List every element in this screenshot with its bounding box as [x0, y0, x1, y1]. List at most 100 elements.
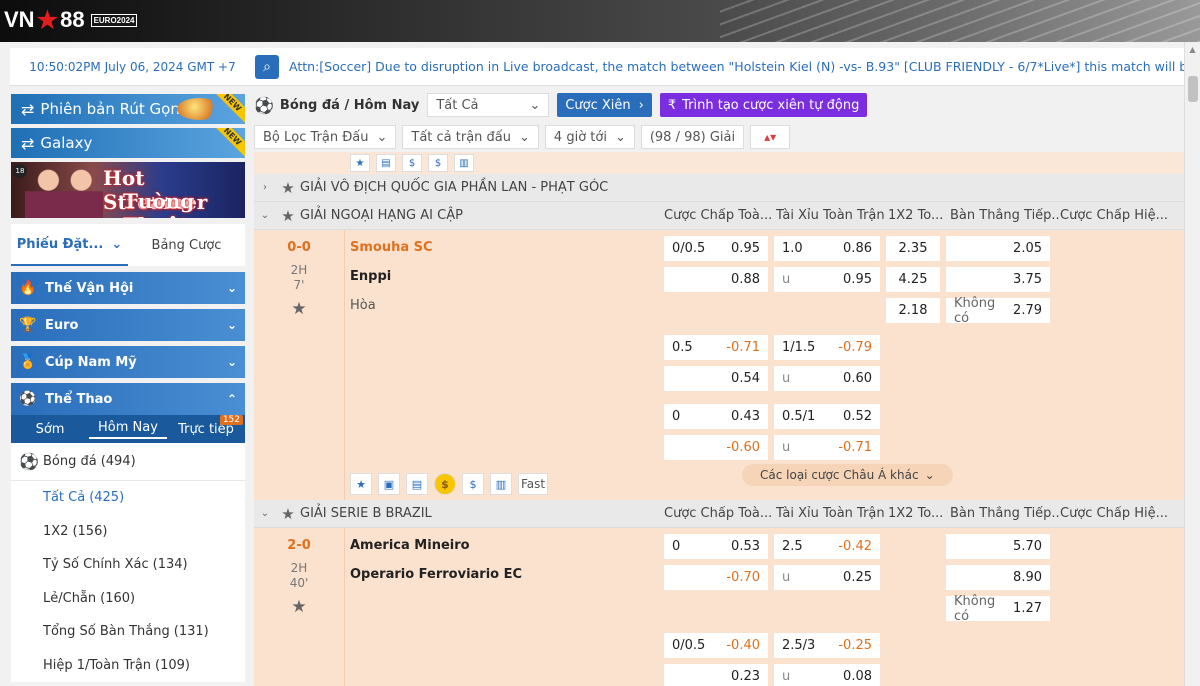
next-goal-odd[interactable]: 3.75 — [946, 267, 1050, 292]
handicap-odd[interactable]: 0 0.43 — [664, 404, 768, 429]
1x2-odd[interactable]: 2.18 — [886, 298, 940, 323]
tab-today[interactable]: Hôm Nay — [89, 420, 167, 439]
over-under-odd[interactable]: u -0.71 — [774, 435, 880, 460]
odd-line: 2.5/3 — [782, 638, 816, 653]
category-copa-america[interactable]: 🏅 Cúp Nam Mỹ ⌄ — [11, 346, 245, 378]
star-icon[interactable]: ★ — [276, 207, 300, 225]
divider — [344, 230, 345, 500]
info-bar: 10:50:02PM July 06, 2024 GMT +7 ⌕ Attn:[… — [10, 48, 1185, 86]
odd-line: 1.0 — [782, 241, 803, 256]
compact-version-button[interactable]: ⇄ Phiên bản Rút Gọn NEW — [11, 94, 245, 124]
league-row[interactable]: › ★ GIẢI VÔ ĐỊCH QUỐC GIA PHẦN LAN - PHẠ… — [254, 174, 1184, 202]
hot-streamer-banner[interactable]: 18 Hot Streamer Tường Thuật — [11, 162, 245, 218]
search-icon[interactable]: ⌕ — [255, 54, 279, 79]
chevron-right-icon[interactable]: › — [254, 182, 276, 193]
chart-icon[interactable]: ▥ — [454, 154, 474, 172]
over-under-odd[interactable]: u 0.25 — [774, 565, 880, 590]
stats-icon[interactable]: ▤ — [376, 154, 396, 172]
logo-text: VN — [4, 7, 35, 32]
announcement-marquee[interactable]: Attn:[Soccer] Due to disruption in Live … — [289, 59, 1185, 74]
all-matches-select[interactable]: Tất cả trận đấu ⌄ — [402, 125, 539, 149]
tab-bet-list[interactable]: Bảng Cược — [128, 224, 245, 266]
star-icon[interactable]: ★ — [276, 179, 300, 197]
market-item-ht-ft[interactable]: Hiệp 1/Toàn Trận (109) — [11, 648, 245, 682]
market-item-correct-score[interactable]: Tỷ Số Chính Xác (134) — [11, 548, 245, 582]
dollar-icon[interactable]: $ — [428, 154, 448, 172]
1x2-odd[interactable]: 4.25 — [886, 267, 940, 292]
next-goal-odd[interactable]: 8.90 — [946, 565, 1050, 590]
scrollbar-thumb[interactable] — [1188, 76, 1198, 102]
next-goal-odd[interactable]: Không có 1.27 — [946, 594, 1050, 624]
auto-parlay-button[interactable]: ₹ Trình tạo cược xiên tự động — [659, 93, 868, 117]
next-goal-odd[interactable]: 5.70 — [946, 534, 1050, 559]
sort-icon[interactable]: ▴▾ — [750, 125, 791, 149]
handicap-odd[interactable]: -0.60 — [664, 435, 768, 460]
market-item-total-goals[interactable]: Tổng Số Bàn Thắng (131) — [11, 615, 245, 649]
odd-value: 2.05 — [1013, 241, 1042, 256]
filter-all-select[interactable]: Tất Cả ⌄ — [427, 93, 550, 117]
handicap-odd[interactable]: 0 0.53 — [664, 534, 768, 559]
handicap-odd[interactable]: -0.70 — [664, 565, 768, 590]
over-under-odd[interactable]: 1/1.5 -0.79 — [774, 335, 880, 360]
league-row[interactable]: ⌄ ★ GIẢI SERIE B BRAZIL Cược Chấp Toà...… — [254, 500, 1184, 528]
star-icon[interactable]: ★ — [254, 299, 344, 319]
chevron-down-icon[interactable]: ⌄ — [254, 508, 276, 519]
league-row[interactable]: ⌄ ★ GIẢI NGOẠI HẠNG AI CẬP Cược Chấp Toà… — [254, 202, 1184, 230]
market-item-all[interactable]: Tất Cả (425) — [11, 481, 245, 515]
site-logo[interactable]: VN ★ 88 EURO2024 — [4, 4, 138, 36]
parlay-button[interactable]: Cược Xiên › — [557, 93, 652, 117]
page-scrollbar[interactable]: ▲ — [1184, 42, 1200, 686]
tab-bet-slip[interactable]: Phiếu Đặt... ⌄ — [11, 224, 128, 266]
match-time: 2H 7' — [254, 263, 344, 293]
market-label: Tổng Số Bàn Thắng — [43, 624, 170, 640]
list-icon[interactable]: ▤ — [406, 473, 428, 495]
1x2-odd[interactable]: 2.35 — [886, 236, 940, 261]
odd-value: 0.95 — [731, 241, 760, 256]
odd-value: 0.23 — [731, 669, 760, 684]
market-item-odd-even[interactable]: Lẻ/Chẵn (160) — [11, 581, 245, 615]
next-goal-odd[interactable]: Không có 2.79 — [946, 296, 1050, 326]
market-count: (109) — [155, 657, 190, 673]
stats-icon[interactable]: ▣ — [378, 473, 400, 495]
odds-grid: 0/0.5 -0.40 2.5/3 -0.25 0.23 u 0.08 — [664, 630, 880, 686]
handicap-odd[interactable]: 0.54 — [664, 366, 768, 391]
chevron-down-icon: ⌄ — [924, 468, 935, 482]
handicap-odd[interactable]: 0/0.5 0.95 — [664, 236, 768, 261]
handicap-odd[interactable]: 0.88 — [664, 267, 768, 292]
coin-icon[interactable]: $ — [402, 154, 422, 172]
chevron-down-icon[interactable]: ⌄ — [254, 210, 276, 221]
category-sports[interactable]: ⚽ Thể Thao ⌃ — [11, 383, 245, 415]
handicap-odd[interactable]: 0/0.5 -0.40 — [664, 633, 768, 658]
category-euro[interactable]: 🏆 Euro ⌄ — [11, 309, 245, 341]
over-under-odd[interactable]: u 0.08 — [774, 664, 880, 686]
tab-early[interactable]: Sớm — [11, 422, 89, 437]
over-under-odd[interactable]: 2.5/3 -0.25 — [774, 633, 880, 658]
match-filter-select[interactable]: Bộ Lọc Trận Đấu ⌄ — [254, 125, 397, 149]
favorite-star-icon[interactable]: ★ — [350, 154, 370, 172]
fast-button[interactable]: Fast — [518, 473, 548, 495]
galaxy-button[interactable]: ⇄ Galaxy NEW — [11, 128, 245, 158]
league-name: GIẢI NGOẠI HẠNG AI CẬP — [300, 208, 463, 223]
next-goal-odd[interactable]: 2.05 — [946, 236, 1050, 261]
hours-select[interactable]: 4 giờ tới ⌄ — [544, 125, 635, 149]
over-under-odd[interactable]: 1.0 0.86 — [774, 236, 880, 261]
scroll-up-icon[interactable]: ▲ — [1185, 42, 1200, 58]
category-olympics[interactable]: 🔥 Thế Vận Hội ⌄ — [11, 272, 245, 304]
leagues-select[interactable]: (98 / 98) Giải — [640, 125, 745, 149]
over-under-odd[interactable]: u 0.60 — [774, 366, 880, 391]
favorite-star-icon[interactable]: ★ — [350, 473, 372, 495]
over-under-odd[interactable]: 2.5 -0.42 — [774, 534, 880, 559]
handicap-odd[interactable]: 0.5 -0.71 — [664, 335, 768, 360]
more-asian-bets-button[interactable]: Các loại cược Châu Á khác ⌄ — [742, 464, 953, 486]
chart-icon[interactable]: ▥ — [490, 473, 512, 495]
star-icon[interactable]: ★ — [276, 505, 300, 523]
star-icon[interactable]: ★ — [254, 597, 344, 617]
market-item-1x2[interactable]: 1X2 (156) — [11, 514, 245, 548]
over-under-odd[interactable]: u 0.95 — [774, 267, 880, 292]
sport-soccer[interactable]: ⚽ Bóng đá (494) — [11, 443, 245, 481]
handicap-odd[interactable]: 0.23 — [664, 664, 768, 686]
chevron-down-icon: ⌄ — [111, 236, 123, 252]
dollar-icon[interactable]: $ — [462, 473, 484, 495]
coin-icon[interactable]: $ — [434, 473, 456, 495]
over-under-odd[interactable]: 0.5/1 0.52 — [774, 404, 880, 429]
